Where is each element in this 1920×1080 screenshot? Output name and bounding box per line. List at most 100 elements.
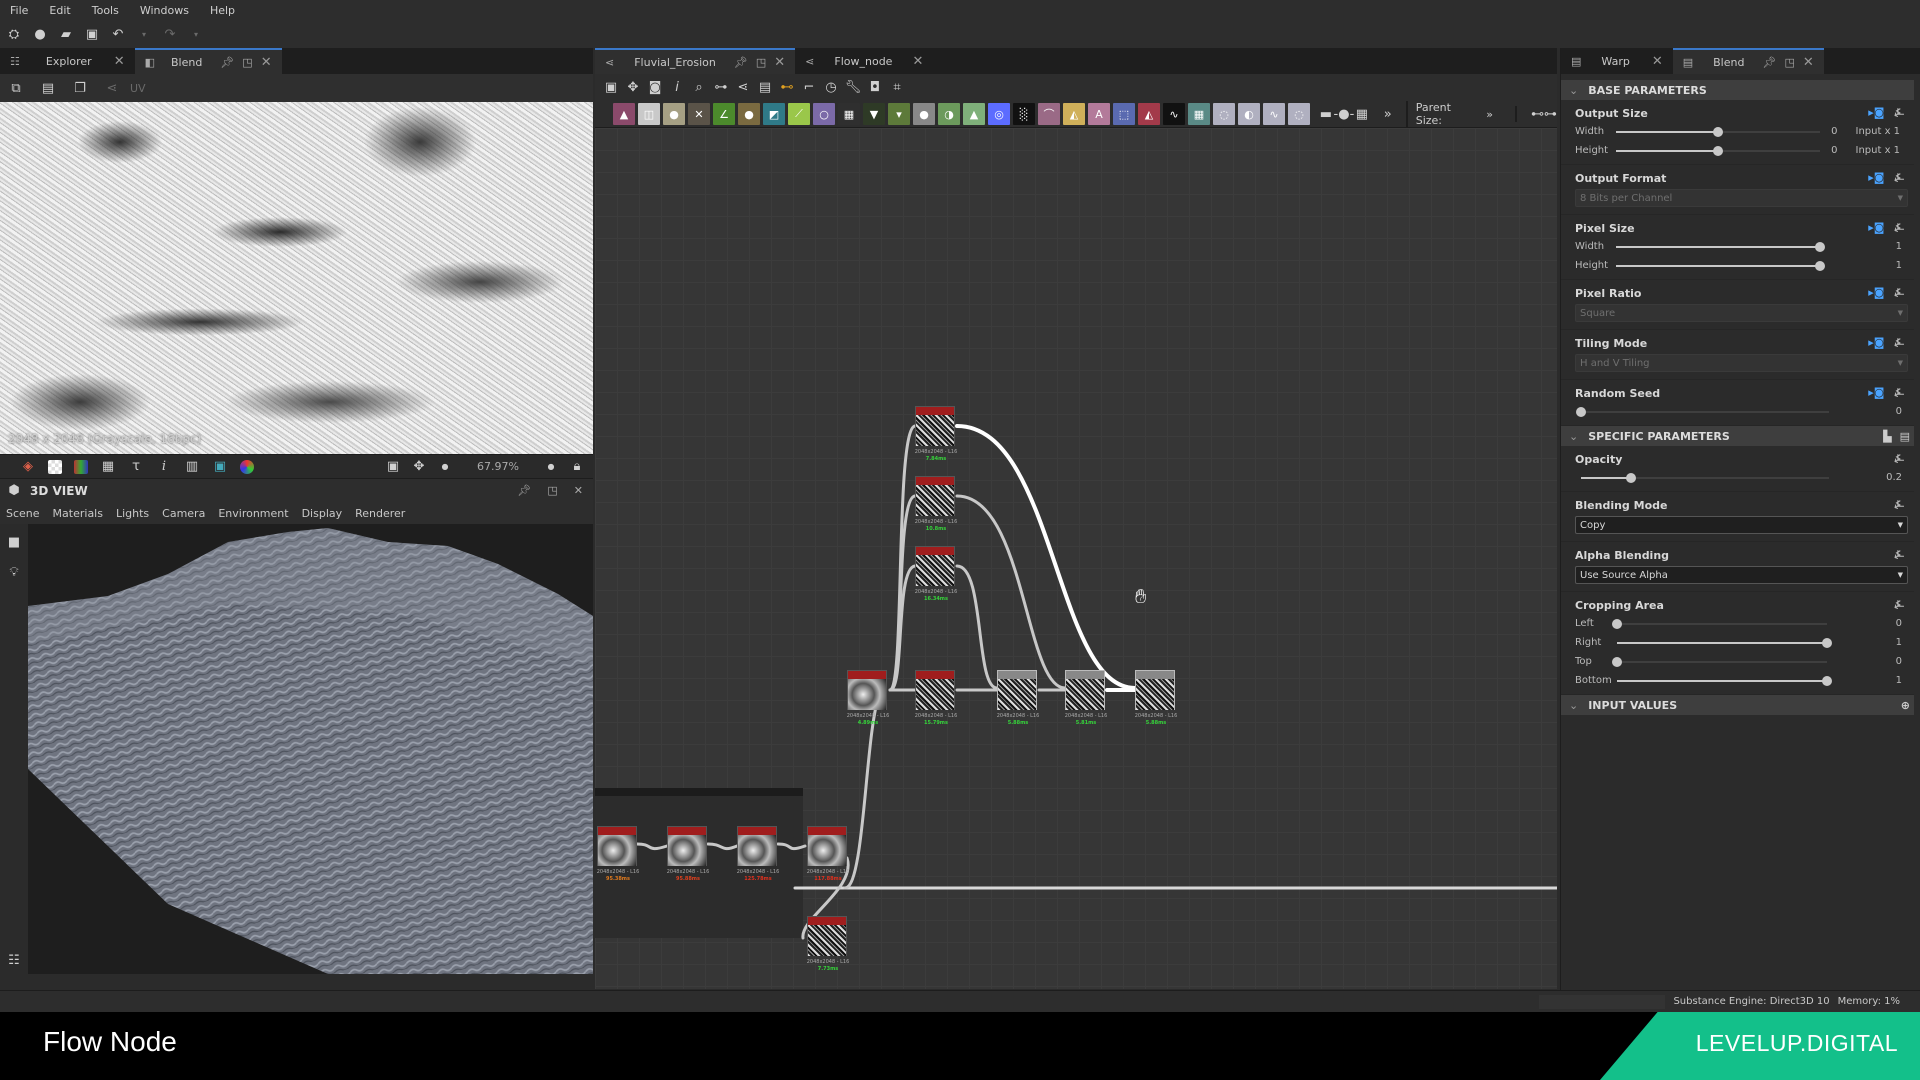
slider-value[interactable]: 1 — [1820, 241, 1908, 252]
light-bulb-icon[interactable]: 💡︎ — [6, 564, 22, 580]
output-width-slider[interactable] — [1615, 126, 1820, 137]
output-format-dropdown[interactable]: 8 Bits per Channel ▼ — [1575, 189, 1908, 207]
graph-node[interactable]: 2048x2048 - L16 5.81ms — [1065, 670, 1107, 726]
crop-left-slider[interactable] — [1612, 618, 1827, 629]
3d-menu-camera[interactable]: Camera — [162, 507, 205, 520]
graph-node[interactable]: 2048x2048 - L16 16.34ms — [915, 546, 957, 602]
3d-menu-renderer[interactable]: Renderer — [355, 507, 405, 520]
close-icon[interactable]: ✕ — [1803, 55, 1814, 70]
crop-bottom-slider[interactable] — [1617, 675, 1832, 686]
graph-canvas[interactable]: 2048x2048 - L16 7.84ms 2048x2048 - L16 10.8… — [595, 128, 1557, 989]
3d-menu-scene[interactable]: Scene — [6, 507, 40, 520]
share-icon[interactable]: ⋖ — [104, 80, 120, 96]
transparency-icon[interactable] — [48, 459, 62, 474]
node-library-button[interactable]: ◐ — [1238, 103, 1260, 125]
output-height-slider[interactable] — [1615, 145, 1820, 156]
camera-icon[interactable]: ■ — [6, 534, 22, 550]
node-library-button[interactable]: ░ — [1013, 103, 1035, 125]
slider-value[interactable]: 0.2 — [1848, 472, 1908, 483]
node-library-button[interactable]: ▦ — [838, 103, 860, 125]
node-library-button[interactable]: ◫ — [638, 103, 660, 125]
function-icon[interactable]: ⍼ — [1894, 221, 1904, 235]
close-icon[interactable]: ✕ — [1652, 54, 1663, 69]
lock-icon[interactable]: 🔒︎ — [569, 459, 585, 475]
opacity-slider[interactable] — [1581, 472, 1829, 483]
preset-icon[interactable]: ▙ — [1883, 430, 1891, 443]
graph-node[interactable]: 2048x2048 - L16 7.73ms — [807, 916, 849, 972]
function-icon[interactable]: ⍼ — [1894, 498, 1904, 512]
pixel-height-slider[interactable] — [1615, 260, 1826, 271]
tab-flow-node[interactable]: ⋖ Flow_node ✕ — [795, 48, 933, 74]
pixel-ratio-dropdown[interactable]: Square ▼ — [1575, 304, 1908, 322]
alpha-blending-dropdown[interactable]: Use Source Alpha ▼ — [1575, 566, 1908, 584]
node-library-button[interactable]: ▾ — [888, 103, 910, 125]
slider-value[interactable]: 0 — [1848, 406, 1908, 417]
bridge-icon[interactable]: ⊷⊶ — [1515, 106, 1557, 122]
more-icon[interactable]: » — [1380, 106, 1396, 122]
redo-icon[interactable]: ↷ — [162, 26, 178, 42]
menu-help[interactable]: Help — [210, 4, 235, 17]
node-library-button[interactable]: ◭ — [1063, 103, 1085, 125]
base-parameters-header[interactable]: ⌄ BASE PARAMETERS — [1561, 80, 1914, 100]
snapshot-icon[interactable]: ◙ — [647, 80, 663, 96]
tiling-icon[interactable]: ꚍ — [128, 459, 144, 475]
graph-node[interactable]: 2048x2048 - L16 95.38ms — [597, 826, 639, 882]
node-library-button[interactable]: ◩ — [763, 103, 785, 125]
node-library-button[interactable]: ⟋ — [788, 103, 810, 125]
close-icon[interactable]: ✕ — [912, 54, 923, 69]
undo-dropdown-icon[interactable]: ▾ — [136, 26, 152, 42]
node-library-button[interactable]: ● — [913, 103, 935, 125]
blending-mode-dropdown[interactable]: Copy ▼ — [1575, 516, 1908, 534]
zoom-out-icon[interactable]: ● — [437, 459, 453, 475]
node-library-button[interactable]: ◌ — [1213, 103, 1235, 125]
frame-icon[interactable]: ▦ — [1354, 106, 1370, 122]
slider-value[interactable]: 0 — [1848, 618, 1908, 629]
link-icon[interactable]: ⊷ — [779, 80, 795, 96]
slider-value[interactable]: 1 — [1820, 260, 1908, 271]
histogram-icon[interactable]: ▥ — [184, 459, 200, 475]
2d-preview-image[interactable]: 2048 x 2048 (Grayscale, 16bpc) — [0, 102, 593, 454]
graph-node[interactable]: 2048x2048 - L16 95.88ms — [667, 826, 709, 882]
menu-file[interactable]: File — [10, 4, 28, 17]
function-icon[interactable]: ⍼ — [1894, 286, 1904, 300]
slider-value[interactable]: 0 — [1848, 656, 1908, 667]
3d-viewport[interactable]: ■ 💡︎ ☷ — [0, 524, 593, 974]
pin-icon[interactable]: 📌︎ — [1762, 56, 1776, 69]
3d-menu-materials[interactable]: Materials — [53, 507, 103, 520]
copy-icon[interactable]: ❐ — [72, 80, 88, 96]
menu-windows[interactable]: Windows — [140, 4, 189, 17]
pin-icon[interactable]: 📌︎ — [734, 56, 748, 69]
add-input-icon[interactable]: ⊕ — [1901, 699, 1910, 712]
inherit-icon[interactable]: ▸◙ — [1868, 106, 1884, 120]
frame-selected-icon[interactable]: ✥ — [625, 80, 641, 96]
slider-value[interactable]: 1 — [1848, 675, 1908, 686]
function-icon[interactable]: ⍼ — [1894, 548, 1904, 562]
fit-icon[interactable]: ▣ — [385, 459, 401, 475]
function-icon[interactable]: ⍼ — [1894, 598, 1904, 612]
redo-dropdown-icon[interactable]: ▾ — [188, 26, 204, 42]
pin-icon[interactable]: 📌︎ — [220, 56, 234, 69]
node-library-button[interactable]: ◭ — [1138, 103, 1160, 125]
grid-icon[interactable]: ▦ — [100, 459, 116, 475]
close-icon[interactable]: ✕ — [574, 484, 583, 497]
3d-menu-lights[interactable]: Lights — [116, 507, 149, 520]
stack-icon[interactable]: ▤ — [757, 80, 773, 96]
slider-value[interactable]: 1 — [1848, 637, 1908, 648]
close-icon[interactable]: ✕ — [774, 55, 785, 70]
node-library-button[interactable]: ◎ — [988, 103, 1010, 125]
crop-top-slider[interactable] — [1612, 656, 1827, 667]
slider-value[interactable]: 0 — [1820, 145, 1844, 156]
node-library-button[interactable]: ◑ — [938, 103, 960, 125]
preview-frame-icon[interactable]: ◘ — [867, 80, 883, 96]
input-values-header[interactable]: ⌄ INPUT VALUES ⊕ — [1561, 695, 1914, 715]
color-channels-icon[interactable] — [74, 459, 88, 474]
graph-node[interactable]: 2048x2048 - L16 7.84ms — [915, 406, 957, 462]
open-folder-icon[interactable]: ▰ — [58, 26, 74, 42]
3d-menu-display[interactable]: Display — [302, 507, 343, 520]
close-icon[interactable]: ✕ — [261, 55, 272, 70]
node-library-button[interactable]: ⬚ — [1113, 103, 1135, 125]
search-icon[interactable]: ⌕ — [691, 80, 707, 96]
inherit-icon[interactable]: ▸◙ — [1868, 171, 1884, 185]
reset-view-icon[interactable]: ✥ — [411, 459, 427, 475]
tab-blend-preview[interactable]: ◧ Blend 📌︎ ◳ ✕ — [134, 48, 282, 74]
